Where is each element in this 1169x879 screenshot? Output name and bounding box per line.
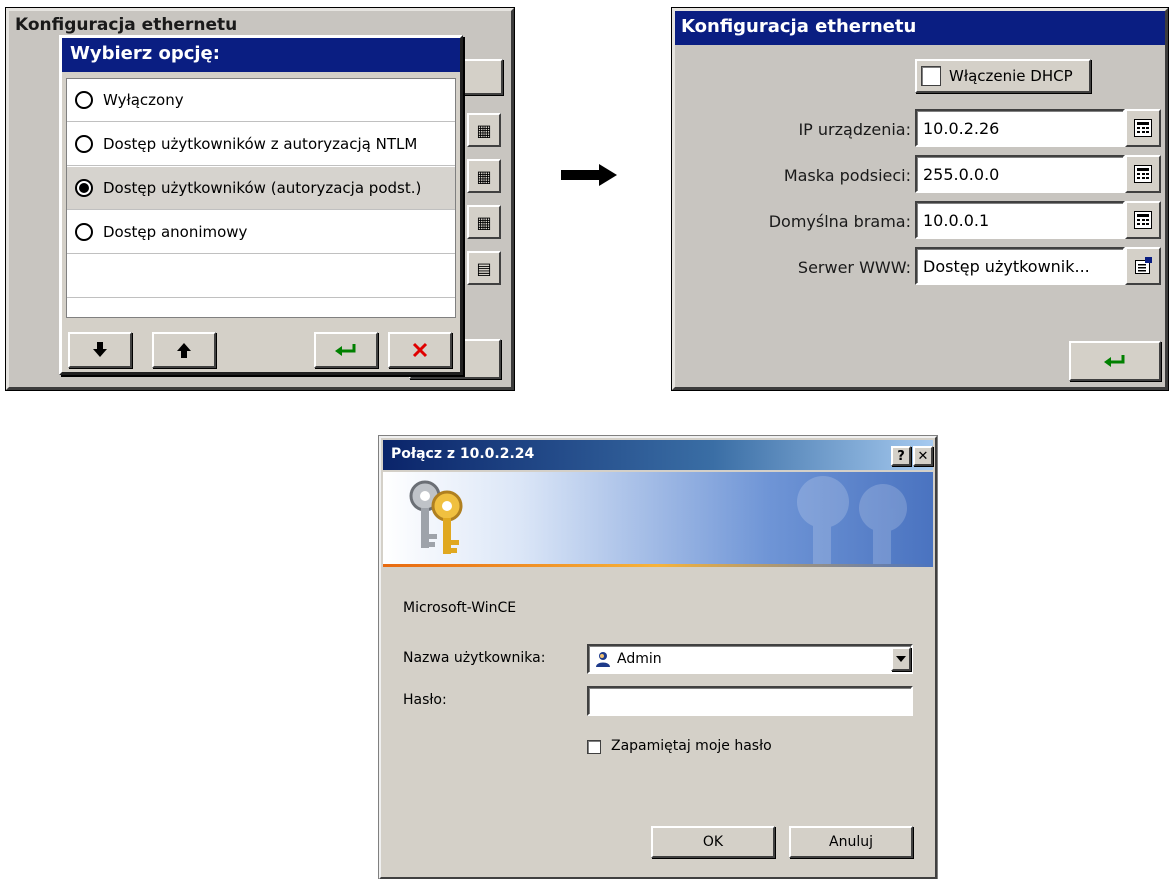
- user-icon: [596, 652, 610, 667]
- remember-checkbox[interactable]: [587, 740, 601, 754]
- username-combobox[interactable]: Admin: [587, 644, 913, 674]
- option-item-anonymous[interactable]: Dostęp anonimowy: [67, 211, 455, 254]
- ip-label: IP urządzenia:: [798, 120, 911, 139]
- remember-label[interactable]: Zapamiętaj moje hasło: [611, 738, 772, 754]
- www-field[interactable]: Dostęp użytkownik...: [915, 247, 1125, 285]
- keypad-icon: [1134, 119, 1152, 137]
- keypad-icon: [1134, 165, 1152, 183]
- banner-underline: [383, 564, 933, 567]
- option-item-ntlm[interactable]: Dostęp użytkowników z autoryzacją NTLM: [67, 123, 455, 166]
- close-button[interactable]: ✕: [913, 446, 933, 466]
- help-button[interactable]: ?: [891, 446, 911, 466]
- radio-icon: [75, 91, 93, 109]
- ok-label: OK: [702, 834, 724, 850]
- realm-text: Microsoft-WinCE: [403, 600, 517, 616]
- help-icon: ?: [897, 448, 905, 464]
- option-list: Wyłączony Dostęp użytkowników z autoryza…: [66, 78, 456, 318]
- enter-icon: [335, 344, 356, 356]
- option-label: Dostęp anonimowy: [103, 223, 248, 241]
- dhcp-toggle[interactable]: Włączenie DHCP: [915, 59, 1091, 93]
- ethernet-config-screen: Konfiguracja ethernetu Włączenie DHCP IP…: [672, 8, 1168, 390]
- option-label: Dostęp użytkowników z autoryzacją NTLM: [103, 135, 418, 153]
- ok-button[interactable]: OK: [651, 826, 775, 858]
- radio-icon: [75, 135, 93, 153]
- option-popup: Wybierz opcję: Wyłączony Dostęp użytkown…: [59, 35, 463, 375]
- mask-field[interactable]: 255.0.0.0: [915, 155, 1125, 193]
- mask-label: Maska podsieci:: [783, 166, 911, 185]
- config-titlebar: Konfiguracja ethernetu: [675, 11, 1165, 45]
- option-item-wylaczony[interactable]: Wyłączony: [67, 79, 455, 122]
- popup-titlebar: Wybierz opcję:: [62, 38, 460, 72]
- gateway-field[interactable]: 10.0.0.1: [915, 201, 1125, 239]
- option-label: Dostęp użytkowników (autoryzacja podst.): [103, 179, 422, 197]
- cancel-button[interactable]: [388, 332, 452, 368]
- dhcp-label: Włączenie DHCP: [949, 67, 1073, 85]
- ip-keypad-button[interactable]: [1125, 109, 1161, 147]
- enter-icon: [1104, 355, 1125, 367]
- radio-selected-icon: [75, 179, 93, 197]
- bg-keypad-button-1: ▦: [467, 113, 501, 147]
- option-label: Wyłączony: [103, 91, 184, 109]
- gateway-value: 10.0.0.1: [923, 210, 990, 230]
- scroll-down-button[interactable]: [68, 332, 132, 368]
- options-list-icon: [1135, 257, 1152, 274]
- gateway-label: Domyślna brama:: [768, 212, 911, 231]
- cancel-x-icon: [412, 342, 428, 358]
- arrow-down-icon: [93, 342, 107, 357]
- config-title: Konfiguracja ethernetu: [681, 16, 917, 37]
- radio-icon: [75, 223, 93, 241]
- close-icon: ✕: [917, 448, 929, 464]
- keypad-icon: [1134, 211, 1152, 229]
- login-title: Połącz z 10.0.2.24: [391, 446, 535, 462]
- username-dropdown-button[interactable]: [891, 647, 911, 671]
- scroll-up-button[interactable]: [152, 332, 216, 368]
- login-dialog: Połącz z 10.0.2.24 ? ✕ Microsoft-WinCE N…: [379, 436, 937, 879]
- arrow-up-icon: [177, 343, 191, 358]
- keys-icon: [409, 480, 463, 554]
- username-value: Admin: [617, 651, 662, 667]
- ip-value: 10.0.2.26: [923, 118, 1000, 138]
- www-label: Serwer WWW:: [797, 258, 911, 277]
- mask-value: 255.0.0.0: [923, 164, 1000, 184]
- www-value: Dostęp użytkownik...: [923, 256, 1090, 276]
- gateway-keypad-button[interactable]: [1125, 201, 1161, 239]
- watermark-keys-icon: [797, 476, 907, 564]
- www-options-button[interactable]: [1125, 247, 1161, 285]
- config-enter-button[interactable]: [1069, 341, 1161, 381]
- option-item-empty: [67, 255, 455, 298]
- bg-keypad-button-2: ▦: [467, 159, 501, 193]
- anuluj-label: Anuluj: [829, 834, 873, 850]
- login-titlebar: Połącz z 10.0.2.24: [383, 440, 933, 470]
- bg-keypad-button-3: ▦: [467, 205, 501, 239]
- password-label: Hasło:: [403, 692, 447, 708]
- confirm-button[interactable]: [314, 332, 378, 368]
- left-screen: Konfiguracja ethernetu ▦ ▦ ▦ ▤ Wybierz o…: [6, 8, 514, 390]
- password-field[interactable]: [587, 686, 913, 716]
- login-banner: [383, 472, 933, 564]
- left-bg-title: Konfiguracja ethernetu: [15, 15, 238, 35]
- ip-field[interactable]: 10.0.2.26: [915, 109, 1125, 147]
- dhcp-checkbox[interactable]: [921, 66, 941, 86]
- popup-title: Wybierz opcję:: [70, 43, 220, 64]
- right-arrow: [561, 164, 617, 186]
- chevron-down-icon: [896, 656, 906, 662]
- username-label: Nazwa użytkownika:: [403, 650, 546, 666]
- bg-options-button: ▤: [467, 251, 501, 285]
- mask-keypad-button[interactable]: [1125, 155, 1161, 193]
- option-item-basic-auth[interactable]: Dostęp użytkowników (autoryzacja podst.): [67, 167, 455, 210]
- anuluj-button[interactable]: Anuluj: [789, 826, 913, 858]
